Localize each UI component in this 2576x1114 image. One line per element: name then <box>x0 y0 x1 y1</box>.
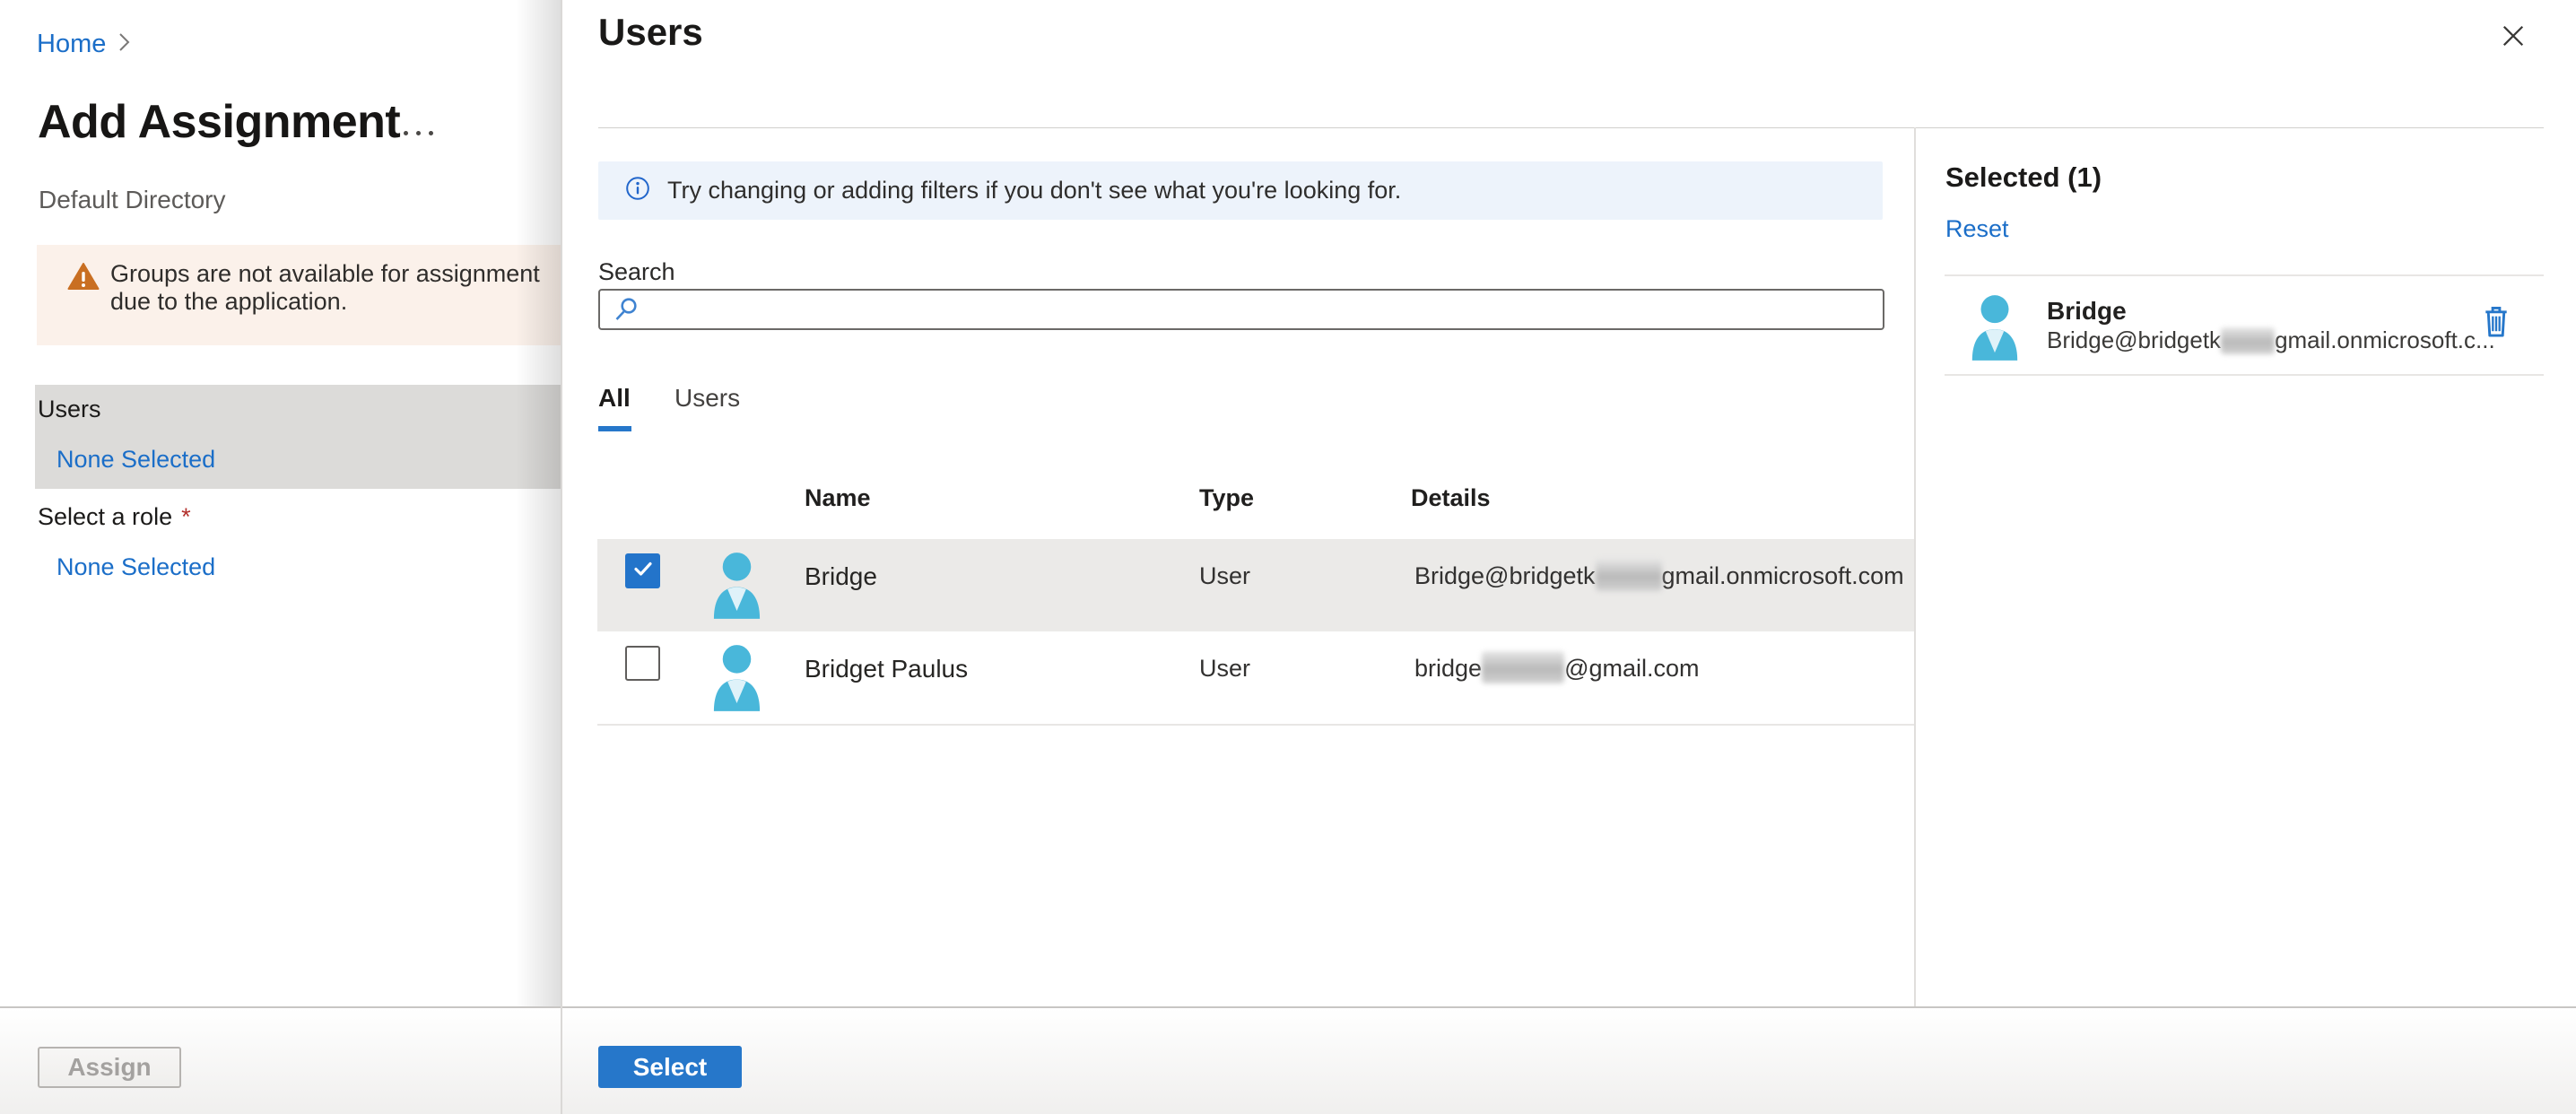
search-field <box>598 289 1884 330</box>
checkmark-icon <box>631 557 655 585</box>
row-details: Bridge@bridgetk gmail.onmicrosoft.com <box>1414 559 1904 591</box>
close-button[interactable] <box>2500 23 2527 50</box>
row-checkbox-unchecked[interactable] <box>625 646 660 681</box>
row-details: bridge @gmail.com <box>1414 651 1700 683</box>
info-banner-text: Try changing or adding filters if you do… <box>667 177 1402 204</box>
selected-heading: Selected (1) <box>1945 161 2102 193</box>
active-tab-underline <box>598 426 631 431</box>
footer-background <box>0 1008 2576 1114</box>
sidebar-item-users[interactable]: Users None Selected <box>35 385 592 489</box>
tab-users[interactable]: Users <box>674 384 740 413</box>
panel-shadow <box>516 0 561 1114</box>
user-avatar-icon <box>1967 294 2023 365</box>
column-header-details: Details <box>1411 484 1491 511</box>
users-none-selected-link[interactable]: None Selected <box>57 446 215 474</box>
assign-button[interactable]: Assign <box>38 1047 181 1088</box>
search-input[interactable] <box>598 289 1884 330</box>
selected-item-divider <box>1945 374 2544 376</box>
role-none-selected-link[interactable]: None Selected <box>57 553 215 581</box>
users-picker-panel: Users Try changing or adding filters if … <box>561 0 2576 1114</box>
search-icon <box>614 297 639 326</box>
selected-item-email: Bridge@bridgetk gmail.onmicrosoft.c... <box>2047 326 2495 354</box>
user-avatar-icon <box>709 552 765 623</box>
panel-left-border <box>561 0 562 1114</box>
redacted-text <box>1482 651 1565 683</box>
page-subtitle: Default Directory <box>39 186 226 213</box>
more-options-button[interactable] <box>404 131 433 135</box>
row-type: User <box>1199 655 1251 682</box>
warning-icon <box>67 262 100 295</box>
row-checkbox-checked[interactable] <box>625 553 660 588</box>
redacted-text <box>2221 327 2276 354</box>
title-divider <box>598 127 2544 128</box>
table-row[interactable]: Bridget Paulus User bridge @gmail.com <box>597 631 1914 726</box>
add-assignment-screen: Home Add Assignment Default Directory Gr… <box>0 0 2576 1114</box>
warning-banner: Groups are not available for assignment … <box>37 245 580 345</box>
selected-item-divider <box>1945 274 2544 276</box>
column-header-type: Type <box>1199 484 1255 511</box>
column-header-name: Name <box>805 484 871 511</box>
info-banner: Try changing or adding filters if you do… <box>598 161 1883 220</box>
trash-icon <box>2484 306 2509 341</box>
panel-title: Users <box>598 11 703 53</box>
user-avatar-icon <box>709 644 765 716</box>
search-label: Search <box>598 258 675 285</box>
tab-all[interactable]: All <box>598 384 631 413</box>
warning-text: Groups are not available for assignment … <box>110 260 540 315</box>
vertical-divider <box>1914 127 1916 1006</box>
row-name: Bridge <box>805 562 877 590</box>
select-button[interactable]: Select <box>598 1046 742 1088</box>
home-link[interactable]: Home <box>37 30 106 59</box>
table-row[interactable]: Bridge User Bridge@bridgetk gmail.onmicro… <box>597 539 1914 631</box>
page-title: Add Assignment <box>38 96 401 148</box>
required-asterisk: * <box>181 503 191 530</box>
footer-divider <box>0 1006 2576 1008</box>
close-icon <box>2501 25 2526 51</box>
info-icon <box>625 176 650 205</box>
row-type: User <box>1199 562 1251 589</box>
chevron-right-icon <box>118 30 131 60</box>
redacted-text <box>1595 559 1662 591</box>
selected-item-name: Bridge <box>2047 297 2127 325</box>
remove-selected-button[interactable] <box>2484 305 2509 341</box>
sidebar-item-users-label: Users <box>38 396 101 422</box>
sidebar-item-select-role[interactable]: Select a role * None Selected <box>35 492 592 596</box>
sidebar-item-role-label: Select a role * <box>38 503 191 530</box>
row-name: Bridget Paulus <box>805 655 969 683</box>
breadcrumb: Home <box>37 29 131 60</box>
reset-link[interactable]: Reset <box>1945 215 2009 243</box>
